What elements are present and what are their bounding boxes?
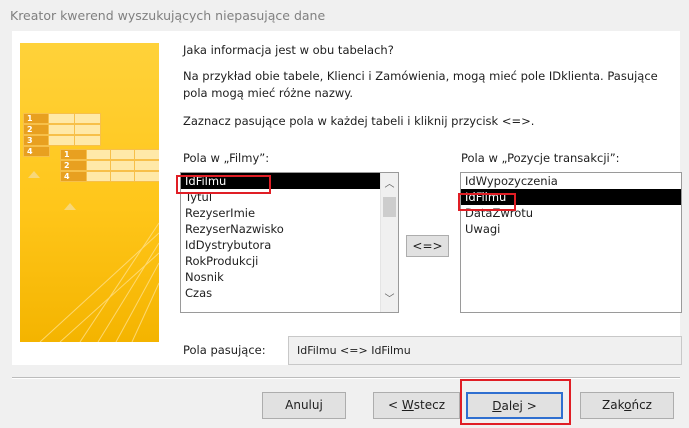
back-button[interactable]: < Wstecz bbox=[373, 392, 460, 419]
list-item[interactable]: Uwagi bbox=[461, 221, 681, 237]
list-item[interactable]: IdWypozyczenia bbox=[461, 173, 681, 189]
list-item[interactable]: IdFilmu bbox=[461, 189, 681, 205]
list-item[interactable]: Czas bbox=[181, 285, 398, 301]
match-fields-button[interactable]: <=> bbox=[406, 235, 449, 257]
right-fields-listbox[interactable]: IdWypozyczenia IdFilmu DataZwrotu Uwagi bbox=[460, 172, 682, 313]
wizard-title: Kreator kwerend wyszukujących niepasując… bbox=[10, 8, 326, 23]
next-button[interactable]: Dalej > bbox=[466, 392, 563, 419]
chevron-up-icon[interactable]: ︿ bbox=[381, 177, 398, 193]
wizard-illustration: 1 2 3 4 1 2 4 bbox=[20, 43, 159, 342]
finish-button[interactable]: Zakończ bbox=[580, 392, 674, 419]
left-fields-listbox[interactable]: IdFilmu Tytul RezyserImie RezyserNazwisk… bbox=[180, 172, 399, 313]
list-item[interactable]: RezyserImie bbox=[181, 205, 398, 221]
next-button-rest: alej > bbox=[501, 399, 537, 413]
list-item[interactable]: RezyserNazwisko bbox=[181, 221, 398, 237]
list-item[interactable]: Tytul bbox=[181, 189, 398, 205]
list-item[interactable]: RokProdukcji bbox=[181, 253, 398, 269]
left-table-label: Pola w „Filmy”: bbox=[183, 151, 270, 165]
list-item[interactable]: Nosnik bbox=[181, 269, 398, 285]
cancel-button[interactable]: Anuluj bbox=[262, 392, 346, 419]
right-table-label: Pola w „Pozycje transakcji”: bbox=[461, 151, 620, 165]
description-text: Na przykład obie tabele, Klienci i Zamów… bbox=[183, 69, 658, 100]
scroll-thumb[interactable] bbox=[383, 197, 396, 217]
list-item[interactable]: IdDystrybutora bbox=[181, 237, 398, 253]
finish-button-prefix: Zak bbox=[602, 398, 625, 412]
finish-button-rest: ńcz bbox=[631, 398, 652, 412]
instruction-text: Zaznacz pasujące pola w każdej tabeli i … bbox=[183, 114, 535, 128]
back-button-prefix: < bbox=[388, 398, 402, 412]
decorative-lines-icon bbox=[39, 222, 159, 342]
left-list-scrollbar[interactable]: ︿ ﹀ bbox=[380, 173, 398, 312]
chevron-down-icon[interactable]: ﹀ bbox=[381, 292, 398, 308]
footer-divider-highlight bbox=[12, 378, 680, 379]
matching-fields-label: Pola pasujące: bbox=[183, 343, 266, 357]
list-item[interactable]: IdFilmu bbox=[181, 173, 398, 189]
question-text: Jaka informacja jest w obu tabelach? bbox=[183, 43, 394, 57]
matching-fields-value: IdFilmu <=> IdFilmu bbox=[288, 336, 682, 365]
back-button-rest: stecz bbox=[413, 398, 445, 412]
list-item[interactable]: DataZwrotu bbox=[461, 205, 681, 221]
back-button-accel: W bbox=[401, 398, 414, 412]
